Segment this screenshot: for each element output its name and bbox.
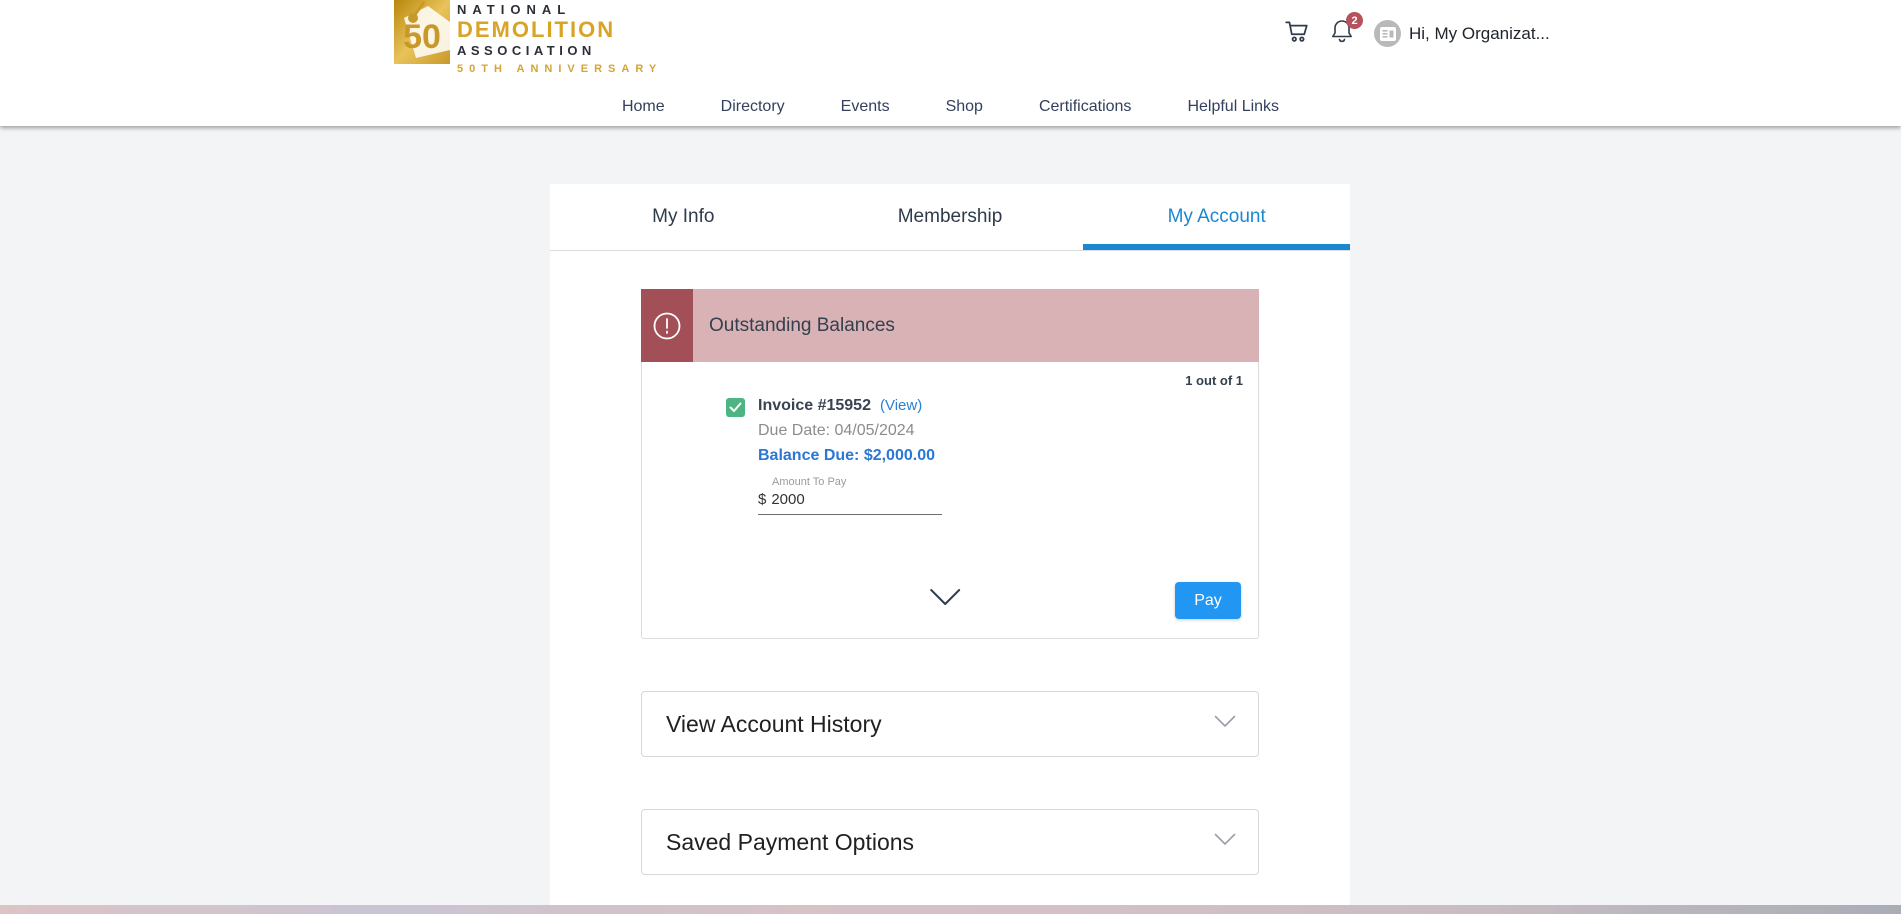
notifications-bell-icon[interactable]: 2 [1330,18,1354,49]
nav-events[interactable]: Events [839,94,892,120]
expand-invoice-chevron-icon[interactable] [929,588,961,611]
amount-to-pay-field-wrapper: $ [758,491,942,515]
invoice-info: Invoice #15952 (View) Due Date: 04/05/20… [758,397,942,515]
main-nav: Home Directory Events Shop Certification… [0,94,1901,120]
nda-50-emblem-icon: 50 [394,0,450,64]
invoice-row: Invoice #15952 (View) Due Date: 04/05/20… [642,388,1258,515]
logo-national: NATIONAL [457,2,662,17]
saved-payment-options-accordion[interactable]: Saved Payment Options [641,809,1259,875]
nav-home[interactable]: Home [620,94,667,120]
tab-my-info[interactable]: My Info [550,184,817,250]
account-panel: My Info Membership My Account Outstandin… [550,184,1350,914]
header-right-group: 2 Hi, My Organizat... [1284,18,1550,49]
view-account-history-label: View Account History [666,711,882,738]
invoice-number: Invoice #15952 [758,397,871,415]
outstanding-balances-banner: Outstanding Balances [641,289,1259,362]
outstanding-balances-body: 1 out of 1 Invoice #15952 (View) Due Dat… [642,362,1258,638]
tab-membership[interactable]: Membership [817,184,1084,250]
cart-icon[interactable] [1284,18,1310,49]
logo-association: ASSOCIATION [457,43,662,58]
view-account-history-accordion[interactable]: View Account History [641,691,1259,757]
logo-demolition: DEMOLITION [457,19,662,41]
account-tabs: My Info Membership My Account [550,184,1350,251]
chevron-down-icon[interactable] [1214,833,1236,851]
site-header: 50 NATIONAL DEMOLITION ASSOCIATION 50TH … [0,0,1901,126]
svg-text:50: 50 [403,18,441,56]
nav-shop[interactable]: Shop [944,94,985,120]
invoice-balance-due: Balance Due: $2,000.00 [758,447,942,465]
invoice-due-date: Due Date: 04/05/2024 [758,422,942,440]
invoice-pagination: 1 out of 1 [642,362,1258,388]
outstanding-balances-card: Outstanding Balances 1 out of 1 Invoice … [641,289,1259,639]
logo-anniversary: 50TH ANNIVERSARY [457,63,662,75]
logo-wordmark: NATIONAL DEMOLITION ASSOCIATION 50TH ANN… [457,0,662,75]
saved-payment-options-label: Saved Payment Options [666,829,914,856]
nav-directory[interactable]: Directory [719,94,787,120]
amount-to-pay-label: Amount To Pay [772,476,942,488]
footer-top-edge [0,905,1901,914]
tab-my-account[interactable]: My Account [1083,184,1350,250]
outstanding-balances-title: Outstanding Balances [709,289,895,362]
alert-icon [641,289,693,362]
invoice-actions-row: Pay [642,582,1258,619]
nav-helpful-links[interactable]: Helpful Links [1185,94,1281,120]
chevron-down-icon[interactable] [1214,715,1236,733]
invoice-view-link[interactable]: (View) [880,397,922,414]
nav-certifications[interactable]: Certifications [1037,94,1133,120]
notifications-count-badge: 2 [1346,12,1363,29]
currency-prefix: $ [758,491,766,508]
invoice-checkbox[interactable] [726,398,745,417]
nda-logo[interactable]: 50 NATIONAL DEMOLITION ASSOCIATION 50TH … [394,0,662,75]
pay-button[interactable]: Pay [1175,582,1241,619]
amount-to-pay-input[interactable] [771,491,921,508]
user-greeting[interactable]: Hi, My Organizat... [1409,24,1550,44]
organization-avatar[interactable] [1374,20,1401,47]
